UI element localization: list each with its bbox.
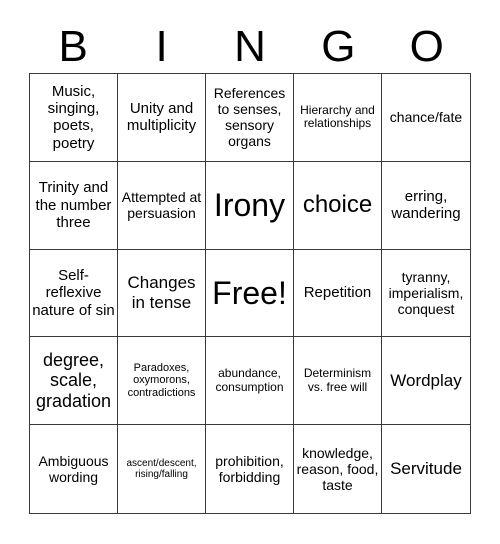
header-letter-g: G [321,22,356,71]
bingo-cell[interactable]: Attempted at persuasion [118,161,206,250]
bingo-cell[interactable]: Paradoxes, oxymorons, contradictions [118,337,206,426]
bingo-cell[interactable]: prohibition, forbidding [206,425,294,513]
bingo-cell[interactable]: Music, singing, poets, poetry [30,74,118,162]
bingo-header: B I N G O [29,20,471,74]
header-letter-n: N [234,22,266,71]
bingo-cell[interactable]: Self-reflexive nature of sin [30,249,118,338]
bingo-grid: Music, singing, poets, poetry Unity and … [29,73,471,514]
bingo-cell[interactable]: degree, scale, gradation [30,337,118,426]
bingo-cell[interactable]: Wordplay [382,337,470,426]
bingo-cell[interactable]: erring, wandering [382,162,470,250]
bingo-cell[interactable]: Hierarchy and relationships [294,74,382,162]
bingo-cell[interactable]: References to senses, sensory organs [206,74,294,162]
bingo-cell[interactable]: Servitude [382,425,470,513]
header-letter-i: I [155,22,168,71]
bingo-cell[interactable]: choice [294,161,382,250]
bingo-cell[interactable]: Ambiguous wording [30,425,118,513]
bingo-cell[interactable]: Changes in tense [118,249,206,338]
bingo-cell[interactable]: chance/fate [382,74,470,162]
bingo-cell[interactable]: abundance, consumption [206,337,294,426]
bingo-cell[interactable]: Trinity and the number three [30,161,118,250]
bingo-cell[interactable]: Determinism vs. free will [294,337,382,426]
free-space-cell[interactable]: Free! [206,249,294,338]
bingo-cell[interactable]: knowledge, reason, food, taste [294,425,382,513]
bingo-cell[interactable]: tyranny, imperialism, conquest [382,250,470,338]
header-letter-b: B [58,22,88,71]
header-letter-o: O [409,22,444,71]
bingo-cell[interactable]: Repetition [294,249,382,338]
bingo-cell[interactable]: Irony [206,161,294,250]
bingo-cell[interactable]: Unity and multiplicity [118,74,206,162]
bingo-cell[interactable]: ascent/descent, rising/falling [118,425,206,513]
